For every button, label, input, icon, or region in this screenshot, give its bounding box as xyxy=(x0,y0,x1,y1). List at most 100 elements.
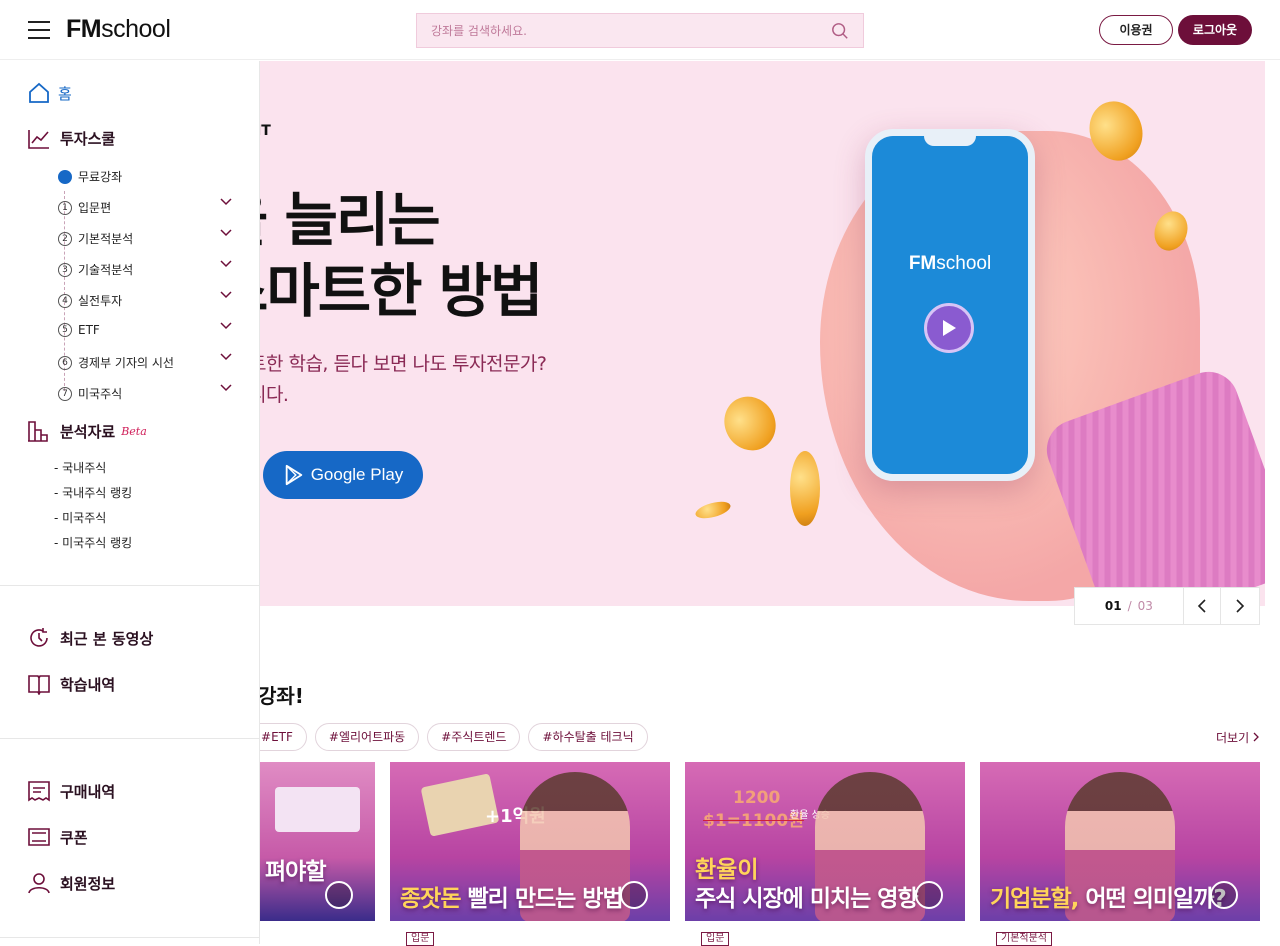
sidebar-item-label: 무료강좌 xyxy=(78,170,123,184)
phone-logo-bold: FM xyxy=(908,253,937,274)
tag-chip[interactable]: #엘리어트파동 xyxy=(314,723,420,751)
sidebar-item-course[interactable]: 2 기본적분석 xyxy=(58,230,133,247)
sidebar-item-label: 쿠폰 xyxy=(60,828,88,847)
chevron-down-icon[interactable] xyxy=(220,322,232,330)
logo-light: school xyxy=(101,15,171,43)
phone-logo: FMschool xyxy=(872,253,1028,275)
search-icon[interactable] xyxy=(831,22,849,40)
sidebar-item-label: 학습내역 xyxy=(60,675,116,694)
lecture-caption: 기업분할, 어떤 의미일까? xyxy=(990,879,1227,913)
sidebar-item-home[interactable]: 홈 xyxy=(28,82,72,104)
search-box xyxy=(416,13,864,48)
lecture-thumbnail[interactable]: +1억원 종잣돈 빨리 만드는 방법 xyxy=(390,762,670,921)
chart-thumbnail-graphic xyxy=(275,787,360,832)
lecture-card[interactable]: 1200 $1=1100원 환율 상승 환율이 주식 시장에 미치는 영향 입문 xyxy=(685,762,965,946)
sidebar-item-label: 기술적분석 xyxy=(78,263,134,277)
chevron-down-icon[interactable] xyxy=(220,229,232,237)
sidebar-item-course[interactable]: 7 미국주식 xyxy=(58,385,122,402)
more-label: 더보기 xyxy=(1216,731,1250,745)
lecture-caption-rest: 어떤 의미일까? xyxy=(1078,886,1226,912)
chevron-down-icon[interactable] xyxy=(220,291,232,299)
search-input[interactable] xyxy=(417,14,817,47)
sidebar-item-history[interactable]: 학습내역 xyxy=(28,673,115,695)
lecture-card[interactable]: +1억원 종잣돈 빨리 만드는 방법 입문 xyxy=(390,762,670,946)
slide-current: 01 xyxy=(1104,599,1122,613)
play-circle-icon xyxy=(58,169,72,184)
slide-total: 03 xyxy=(1137,599,1153,613)
sidebar-divider xyxy=(0,585,259,586)
lecture-card-list: 펴야할 +1억원 종잣돈 빨리 만드는 방법 입문 1200 $1=1100원 … xyxy=(95,762,1260,946)
sidebar-item-label: 분석자료 xyxy=(60,422,116,441)
lecture-overlay-text: 1200 xyxy=(733,788,781,808)
lecture-thumbnail[interactable]: 1200 $1=1100원 환율 상승 환율이 주식 시장에 미치는 영향 xyxy=(685,762,965,921)
next-slide-button[interactable] xyxy=(1221,588,1259,624)
sidebar-divider xyxy=(0,738,259,739)
sidebar-item-free-lecture[interactable]: 무료강좌 xyxy=(58,168,122,185)
sidebar: 홈 투자스쿨 무료강좌 1 입문편 2 기본적분석 3 기술적분석 4 실전투자 5 ET… xyxy=(0,61,260,944)
lecture-thumbnail[interactable]: 기업분할, 어떤 의미일까? xyxy=(980,762,1260,921)
phone-logo-light: school xyxy=(936,253,992,274)
course-number: 5 xyxy=(58,323,72,337)
home-icon xyxy=(29,82,49,103)
course-number: 6 xyxy=(58,355,72,370)
coin-icon xyxy=(790,451,820,526)
lecture-overlay-text: $1=1100원 xyxy=(703,811,804,831)
sidebar-item-course[interactable]: 4 실전투자 xyxy=(58,292,122,309)
play-icon[interactable] xyxy=(924,303,974,353)
prev-slide-button[interactable] xyxy=(1184,588,1222,624)
sidebar-item-us-stock[interactable]: - 미국주식 xyxy=(54,509,106,526)
sidebar-item-purchases[interactable]: 구매내역 xyxy=(28,780,115,802)
google-play-button[interactable]: Google Play xyxy=(263,451,423,499)
sidebar-item-label: 투자스쿨 xyxy=(60,129,116,148)
course-number: 7 xyxy=(58,386,72,401)
slider-controls: 01 / 03 xyxy=(1074,587,1260,625)
sidebar-item-invest-school[interactable]: 투자스쿨 xyxy=(28,127,115,149)
chevron-down-icon[interactable] xyxy=(220,384,232,392)
chevron-down-icon[interactable] xyxy=(220,260,232,268)
tag-chip[interactable]: #하수탈출 테크닉 xyxy=(528,723,648,751)
play-icon[interactable] xyxy=(620,881,648,909)
logo[interactable]: FMschool xyxy=(66,15,171,44)
sidebar-item-member[interactable]: 회원정보 xyxy=(28,872,115,894)
logout-button[interactable]: 로그아웃 xyxy=(1178,15,1252,45)
slide-separator: / xyxy=(1127,599,1132,613)
sidebar-item-label: ETF xyxy=(78,323,100,337)
slide-counter: 01 / 03 xyxy=(1075,588,1184,624)
tag-chip[interactable]: #주식트렌드 xyxy=(427,723,521,751)
phone-notch xyxy=(924,134,976,146)
sidebar-item-label: 회원정보 xyxy=(60,874,116,893)
sidebar-item-recent[interactable]: 최근 본 동영상 xyxy=(28,627,153,649)
chevron-down-icon[interactable] xyxy=(220,353,232,361)
logo-bold: FM xyxy=(66,15,102,43)
sidebar-item-course[interactable]: 1 입문편 xyxy=(58,199,111,216)
sidebar-item-kr-stock[interactable]: - 국내주식 xyxy=(54,459,106,476)
sidebar-item-course[interactable]: 5 ETF xyxy=(58,323,100,337)
ticket-button[interactable]: 이용권 xyxy=(1099,15,1173,45)
trend-chart-icon xyxy=(28,130,49,149)
sidebar-divider xyxy=(0,937,259,938)
menu-icon[interactable] xyxy=(28,21,50,39)
sidebar-item-us-stock-ranking[interactable]: - 미국주식 랭킹 xyxy=(54,534,132,551)
chevron-right-icon xyxy=(1236,599,1245,613)
more-link[interactable]: 더보기 xyxy=(1216,729,1259,746)
course-number: 3 xyxy=(58,262,72,277)
sidebar-item-course[interactable]: 6 경제부 기자의 시선 xyxy=(58,354,174,371)
top-bar: FMschool 이용권 로그아웃 xyxy=(0,0,1280,60)
sidebar-item-label: 홈 xyxy=(58,84,72,103)
coupon-icon xyxy=(28,828,50,846)
lecture-caption: 펴야할 xyxy=(265,859,326,885)
play-icon[interactable] xyxy=(325,881,353,909)
play-icon[interactable] xyxy=(1210,881,1238,909)
sidebar-item-label: 미국주식 xyxy=(78,387,123,401)
lecture-card[interactable]: 기업분할, 어떤 의미일까? 기본적분석 xyxy=(980,762,1260,946)
sidebar-item-course[interactable]: 3 기술적분석 xyxy=(58,261,133,278)
sidebar-item-coupon[interactable]: 쿠폰 xyxy=(28,826,88,848)
chevron-down-icon[interactable] xyxy=(220,198,232,206)
sidebar-item-label: 최근 본 동영상 xyxy=(60,629,154,648)
sidebar-item-kr-stock-ranking[interactable]: - 국내주식 랭킹 xyxy=(54,484,132,501)
coin-icon xyxy=(693,498,733,522)
sidebar-item-analysis[interactable]: 분석자료 Beta xyxy=(28,420,147,442)
sidebar-item-label: 경제부 기자의 시선 xyxy=(78,356,174,370)
lecture-caption: 종잣돈 빨리 만드는 방법 xyxy=(400,879,624,913)
play-icon[interactable] xyxy=(915,881,943,909)
